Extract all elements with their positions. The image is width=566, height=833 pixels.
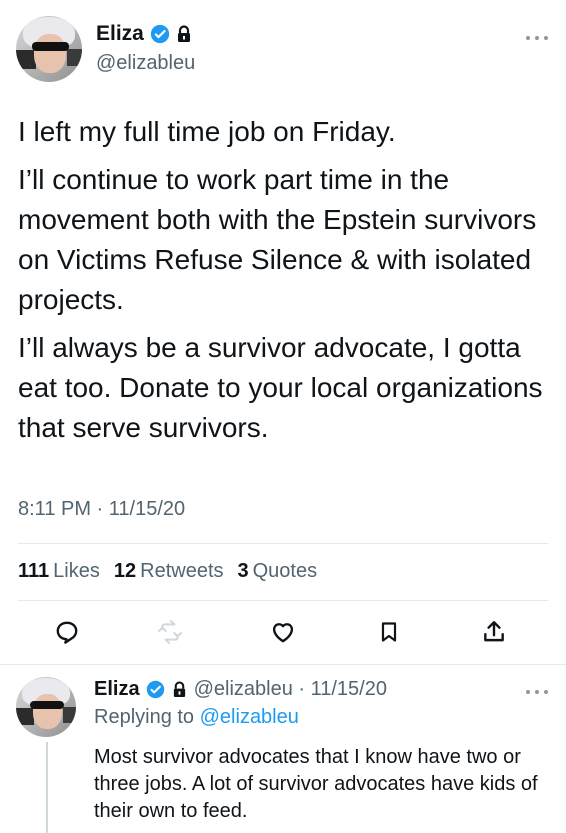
bookmark-icon[interactable] <box>375 618 403 646</box>
retweets-stat[interactable]: 12 Retweets <box>114 560 224 583</box>
quotes-stat[interactable]: 3 Quotes <box>238 560 318 583</box>
retweets-label: Retweets <box>140 560 224 582</box>
author-handle[interactable]: @elizableu <box>96 52 195 75</box>
divider <box>18 600 548 601</box>
lock-icon <box>176 25 192 43</box>
replying-to-mention[interactable]: @elizableu <box>200 706 299 728</box>
tweet-paragraph: I left my full time job on Friday. <box>18 116 396 147</box>
divider <box>0 664 566 665</box>
tweet-paragraph: I’ll always be a survivor advocate, I go… <box>18 332 543 443</box>
replying-to-label: Replying to <box>94 706 195 728</box>
quotes-label: Quotes <box>252 560 318 582</box>
share-icon[interactable] <box>480 618 508 646</box>
reply-handle-date[interactable]: @elizableu · 11/15/20 <box>194 678 387 701</box>
display-name[interactable]: Eliza <box>96 22 144 46</box>
more-options-icon[interactable] <box>526 688 548 696</box>
tweet-paragraph: I’ll continue to work part time in the m… <box>18 164 537 315</box>
thread-line <box>46 742 48 833</box>
verified-badge-icon <box>146 680 166 700</box>
likes-count: 111 <box>18 560 50 582</box>
replying-to: Replying to @elizableu <box>94 706 299 729</box>
reply-avatar[interactable] <box>16 677 76 737</box>
author-name-row[interactable]: Eliza <box>96 22 192 46</box>
more-options-icon[interactable] <box>526 34 548 42</box>
likes-label: Likes <box>53 560 100 582</box>
lock-icon <box>172 680 188 699</box>
quotes-count: 3 <box>237 560 249 582</box>
reply-icon[interactable] <box>53 618 81 646</box>
retweet-icon[interactable] <box>156 618 184 646</box>
retweets-count: 12 <box>113 560 137 582</box>
tweet-timestamp[interactable]: 8:11 PM · 11/15/20 <box>18 498 185 521</box>
avatar[interactable] <box>16 16 82 82</box>
tweet-stats: 111 Likes 12 Retweets 3 Quotes <box>18 560 317 583</box>
reply-display-name[interactable]: Eliza <box>94 678 140 701</box>
reply-author-row[interactable]: Eliza @elizableu · 11/15/20 <box>94 678 387 701</box>
tweet-text: I left my full time job on Friday. I’ll … <box>18 112 548 456</box>
tweet-actions-bar <box>0 612 566 652</box>
divider <box>18 543 548 544</box>
likes-stat[interactable]: 111 Likes <box>18 560 100 583</box>
verified-badge-icon <box>150 24 170 44</box>
reply-text: Most survivor advocates that I know have… <box>94 746 538 822</box>
like-icon[interactable] <box>269 618 297 646</box>
